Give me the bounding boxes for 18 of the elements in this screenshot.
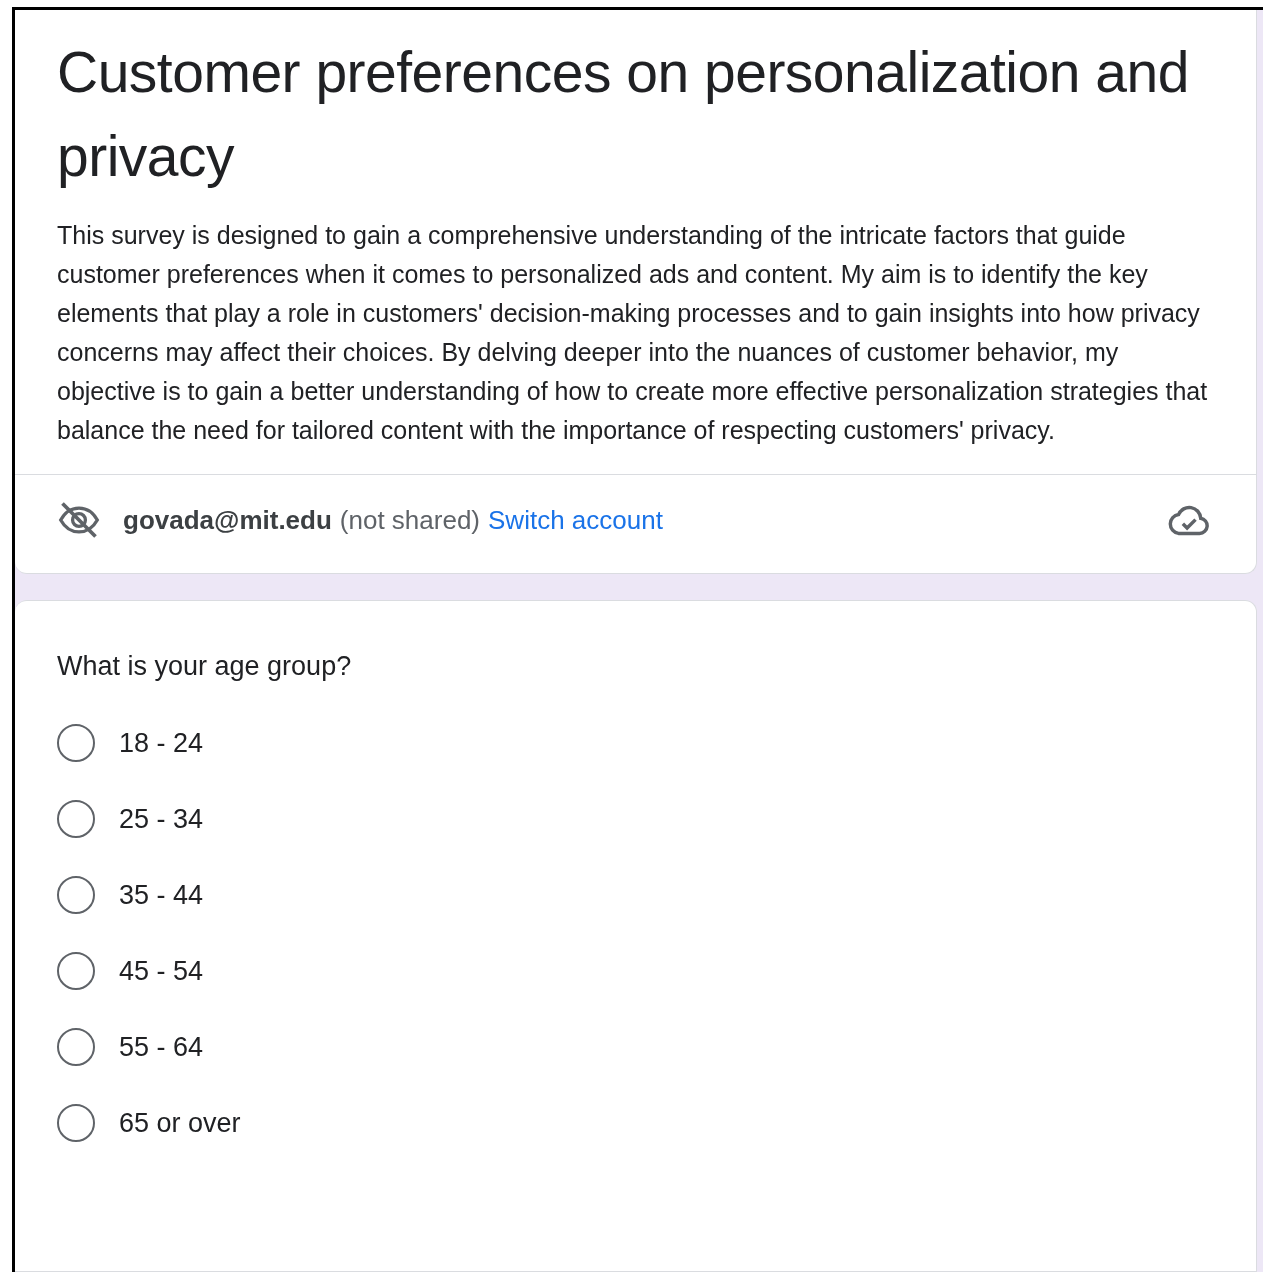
not-shared-note: (not shared) bbox=[339, 504, 480, 536]
question-title: What is your age group? bbox=[57, 651, 353, 682]
radio-button[interactable] bbox=[57, 952, 95, 990]
radio-button[interactable] bbox=[57, 800, 95, 838]
radio-button[interactable] bbox=[57, 876, 95, 914]
form-title: Customer preferences on personalization and privacy bbox=[57, 39, 1190, 190]
option-label[interactable]: 45 - 54 bbox=[119, 955, 204, 987]
option-label[interactable]: 55 - 64 bbox=[119, 1031, 204, 1063]
option-label[interactable]: 65 or over bbox=[119, 1107, 241, 1139]
option-label[interactable]: 25 - 34 bbox=[119, 803, 204, 835]
radio-button[interactable] bbox=[57, 1028, 95, 1066]
option-label[interactable]: 35 - 44 bbox=[119, 879, 204, 911]
radio-button[interactable] bbox=[57, 724, 95, 762]
radio-button[interactable] bbox=[57, 1104, 95, 1142]
option-label[interactable]: 18 - 24 bbox=[119, 727, 204, 759]
form-description: This survey is designed to gain a comprehensive understanding of the intricate factors that guide customer preferences when it comes to personalized ads and content. My aim is to identify the key elements that play a role in customers' decision-making processes and to gain insights into how privacy concerns may affect their choices. By delving deeper into the nuances of customer behavior, my objective is to gain a better understanding of how to create more effective personalization strategies that balance the need for tailored content with the importance of respecting customers' privacy. bbox=[57, 220, 1209, 446]
account-email: govada@mit.edu bbox=[123, 504, 332, 536]
switch-account-link[interactable]: Switch account bbox=[488, 504, 663, 536]
